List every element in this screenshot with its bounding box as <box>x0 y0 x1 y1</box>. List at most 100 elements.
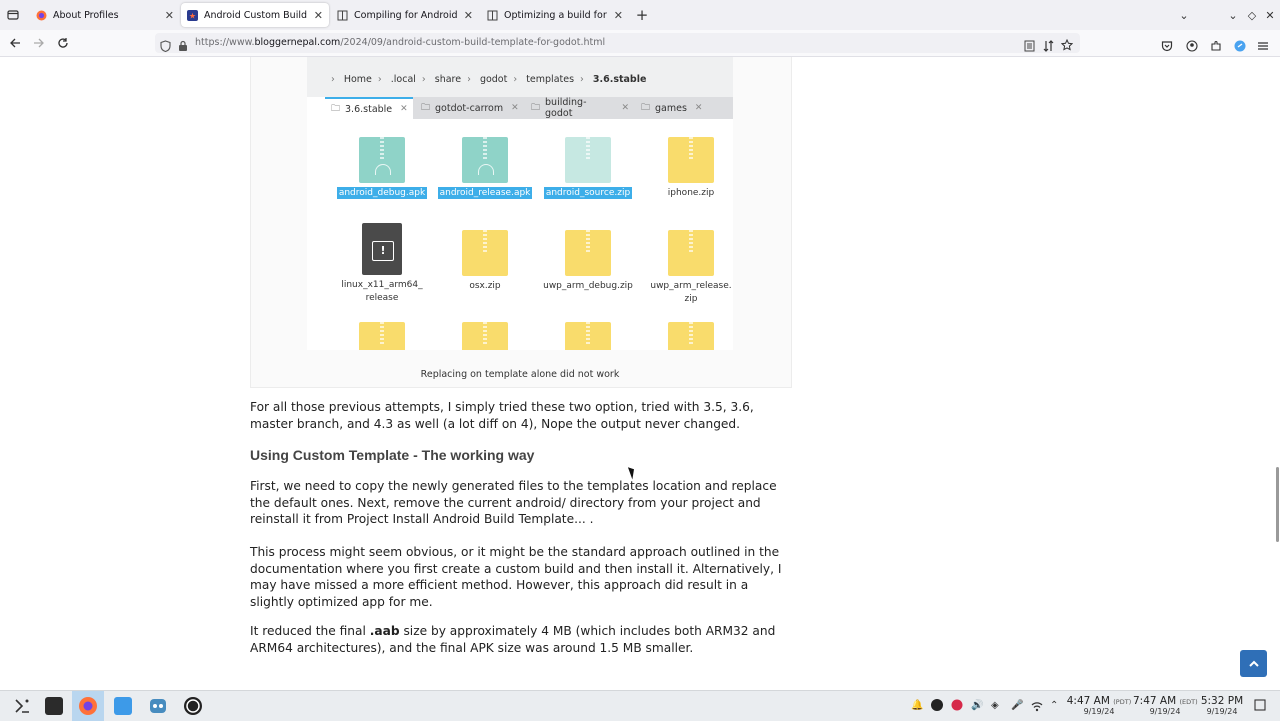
file-name: uwp_arm_release. zip <box>650 281 732 304</box>
zip-file-icon <box>565 137 611 183</box>
close-tab-icon[interactable]: ✕ <box>314 9 323 22</box>
list-tabs-icon[interactable]: ⌄ <box>1176 7 1192 23</box>
obs-icon <box>184 697 202 715</box>
file-item: uwp_arm_release. zip <box>641 230 733 306</box>
breadcrumb-bar: › Home › .local › share › godot › templates ›… <box>307 57 733 97</box>
file-item <box>538 322 638 350</box>
back-icon[interactable] <box>7 35 23 51</box>
clock-edt[interactable]: 7:47 AM (EDT) 9/19/24 <box>1133 695 1198 716</box>
taskbar-app-firefox[interactable] <box>72 691 104 721</box>
back-to-top-button[interactable] <box>1240 650 1267 677</box>
bookmark-star-icon[interactable] <box>1060 36 1074 55</box>
app-launcher-button[interactable] <box>6 691 38 721</box>
file-item: ! linux_x11_arm64_ release <box>332 223 432 305</box>
fm-tab-label: gotdot-carrom <box>435 102 504 114</box>
minimize-icon[interactable]: ⌄ <box>1225 7 1241 23</box>
wifi-icon[interactable] <box>1031 700 1043 715</box>
folder-icon <box>114 697 132 715</box>
apk-file-icon <box>359 137 405 183</box>
menu-icon[interactable] <box>1257 37 1269 56</box>
paragraph-text: It reduced the final <box>250 624 370 638</box>
taskbar-app-terminal[interactable] <box>38 691 70 721</box>
figure-caption: Replacing on template alone did not work <box>420 369 620 380</box>
pocket-icon[interactable] <box>1161 37 1173 56</box>
file-name: android_source.zip <box>543 187 633 199</box>
url-path: /2024/09/android-custom-build-template-f… <box>340 37 606 48</box>
forward-icon[interactable] <box>31 35 47 51</box>
file-manager-tabs: 🗀 3.6.stable ✕ 🗀 gotdot-carrom ✕ 🗀 building-g… <box>325 97 733 119</box>
tracking-protection-icon[interactable] <box>160 37 171 56</box>
lock-icon[interactable] <box>178 37 188 56</box>
file-item: android_source.zip <box>538 137 638 200</box>
godot-icon <box>150 699 166 713</box>
taskbar-app-files[interactable] <box>107 691 139 721</box>
clock-timezone: (EDT) <box>1179 698 1198 706</box>
breadcrumb-current: 3.6.stable <box>592 74 647 85</box>
record-icon[interactable] <box>951 699 963 714</box>
file-item: android_debug.apk <box>332 137 432 200</box>
new-tab-button[interactable]: + <box>634 6 650 24</box>
navigation-bar: https://www.bloggernepal.com/2024/09/and… <box>0 30 1280 57</box>
folder-icon: 🗀 <box>641 103 651 113</box>
scrollbar-thumb[interactable] <box>1276 467 1279 542</box>
account-icon[interactable] <box>1186 37 1198 56</box>
reload-icon[interactable] <box>55 35 71 51</box>
tab-optimizing-build[interactable]: Optimizing a build for size ✕ <box>481 3 629 27</box>
volume-icon[interactable]: 🔊 <box>971 700 983 711</box>
reader-view-icon[interactable] <box>1024 37 1035 56</box>
url-bar[interactable]: https://www.bloggernepal.com/2024/09/and… <box>155 33 1080 53</box>
paragraph-bold: .aab <box>369 624 400 638</box>
close-tab-icon[interactable]: ✕ <box>614 9 623 22</box>
launcher-icon <box>15 699 29 713</box>
zip-file-icon <box>668 230 714 276</box>
maximize-icon[interactable]: ◇ <box>1244 7 1260 23</box>
paragraph: This process might seem obvious, or it m… <box>250 545 782 610</box>
close-window-icon[interactable]: ✕ <box>1262 7 1278 23</box>
clock-date: 9/19/24 <box>1149 707 1181 716</box>
fm-tab: 🗀 gotdot-carrom ✕ <box>415 97 525 119</box>
firefox-icon <box>79 697 97 715</box>
close-tab-icon[interactable]: ✕ <box>165 9 174 22</box>
blogger-icon: ★ <box>187 9 198 21</box>
fm-tab-label: building-godot <box>545 97 587 119</box>
translate-icon[interactable] <box>1043 37 1054 56</box>
close-tab-icon[interactable]: ✕ <box>464 9 473 22</box>
tab-compiling-for-android[interactable]: Compiling for Android — G ✕ <box>331 3 479 27</box>
notification-icon[interactable]: 🔔 <box>911 700 923 711</box>
tab-overview-icon[interactable] <box>5 7 21 23</box>
tab-title: Compiling for Android — G <box>354 9 460 21</box>
clock-pdt[interactable]: 4:47 AM (PDT) 9/19/24 <box>1066 695 1132 716</box>
fm-tab: 🗀 building-godot ✕ <box>525 97 635 119</box>
tab-title: Android Custom Build Templ <box>204 9 310 21</box>
vpn-icon[interactable]: ◈ <box>991 700 999 711</box>
apk-file-icon <box>462 137 508 183</box>
close-icon: ✕ <box>511 103 519 113</box>
chevron-right-icon: › <box>513 74 518 85</box>
zip-file-icon <box>462 230 508 276</box>
file-item: iphone.zip <box>641 137 733 200</box>
breadcrumb-item: Home <box>343 74 372 85</box>
zip-file-icon <box>359 322 405 350</box>
tab-android-custom-build[interactable]: ★ Android Custom Build Templ ✕ <box>181 3 329 27</box>
chevron-right-icon: › <box>421 74 426 85</box>
url-domain: bloggernepal.com <box>254 37 341 48</box>
close-icon: ✕ <box>621 103 629 113</box>
show-desktop-icon[interactable] <box>1254 699 1266 714</box>
clock-local[interactable]: 5:32 PM 9/19/24 <box>1200 695 1244 716</box>
url-text[interactable]: https://www.bloggernepal.com/2024/09/and… <box>195 37 605 48</box>
file-item <box>332 322 432 350</box>
paragraph: For all those previous attempts, I simpl… <box>250 400 754 431</box>
fm-tab-label: 3.6.stable <box>345 103 393 115</box>
extension-badge-icon[interactable] <box>1234 37 1246 56</box>
taskbar-app-obs[interactable] <box>177 691 209 721</box>
tab-title: Optimizing a build for size <box>504 9 610 21</box>
chevron-up-icon[interactable]: ⌃ <box>1050 700 1058 711</box>
microphone-icon[interactable]: 🎤 <box>1011 700 1023 711</box>
obs-tray-icon[interactable] <box>931 699 943 714</box>
document-icon <box>337 10 348 21</box>
document-icon <box>487 10 498 21</box>
extensions-icon[interactable] <box>1210 37 1222 56</box>
taskbar: 🔔 🔊 ◈ 🎤 ⌃ 4:47 AM (PDT) 9/19/24 7:47 AM … <box>0 690 1280 721</box>
tab-about-profiles[interactable]: About Profiles ✕ <box>30 3 180 27</box>
taskbar-app-godot[interactable] <box>142 691 174 721</box>
